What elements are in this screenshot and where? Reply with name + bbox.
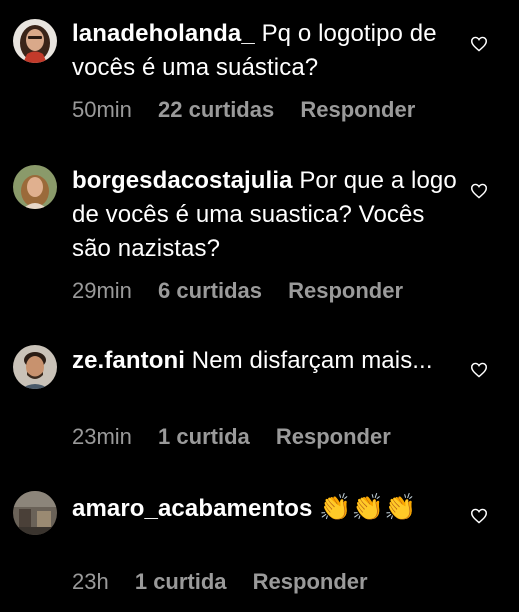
heart-icon[interactable] xyxy=(470,362,488,378)
heart-icon[interactable] xyxy=(470,508,488,524)
comment-username[interactable]: borgesdacostajulia xyxy=(72,167,293,194)
reply-button[interactable]: Responder xyxy=(300,97,415,122)
avatar[interactable] xyxy=(13,165,57,209)
comment-text: 👏👏👏 xyxy=(319,492,417,522)
comment-time: 29min xyxy=(72,278,132,303)
likes-count[interactable]: 1 curtida xyxy=(135,569,227,594)
comment-text: Nem disfarçam mais... xyxy=(191,347,433,374)
heart-icon[interactable] xyxy=(470,36,488,52)
avatar[interactable] xyxy=(13,491,57,535)
comment-time: 23min xyxy=(72,424,132,449)
comment-username[interactable]: amaro_acabamentos xyxy=(72,495,312,522)
reply-button[interactable]: Responder xyxy=(253,569,368,594)
heart-icon[interactable] xyxy=(470,183,488,199)
reply-button[interactable]: Responder xyxy=(276,424,391,449)
reply-button[interactable]: Responder xyxy=(288,278,403,303)
comment-time: 50min xyxy=(72,97,132,122)
comment-time: 23h xyxy=(72,569,109,594)
avatar[interactable] xyxy=(13,345,57,389)
likes-count[interactable]: 1 curtida xyxy=(158,424,250,449)
avatar[interactable] xyxy=(13,19,57,63)
comment-username[interactable]: ze.fantoni xyxy=(72,347,185,374)
likes-count[interactable]: 6 curtidas xyxy=(158,278,262,303)
comment-username[interactable]: lanadeholanda_ xyxy=(72,20,255,47)
likes-count[interactable]: 22 curtidas xyxy=(158,97,274,122)
